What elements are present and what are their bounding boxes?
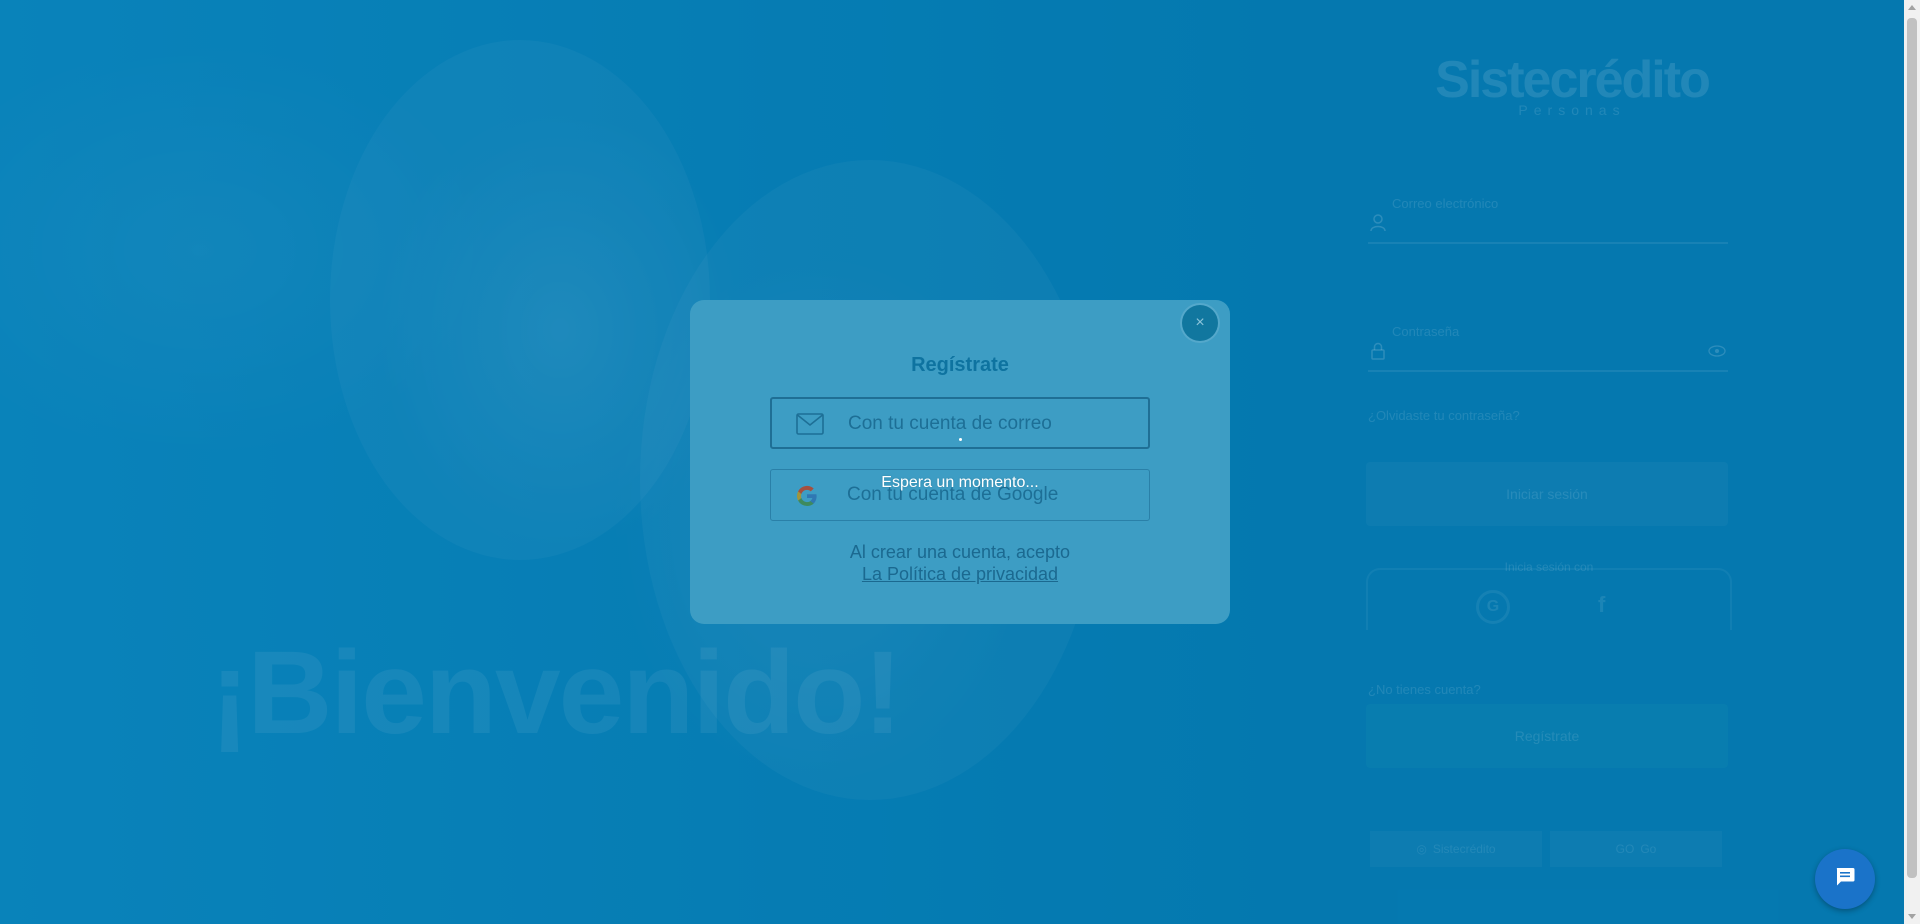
- page-scrollbar[interactable]: [1904, 0, 1920, 924]
- register-email-label: Con tu cuenta de correo: [848, 413, 1052, 434]
- mail-icon: [796, 413, 824, 435]
- chat-icon: [1834, 866, 1856, 893]
- scroll-thumb[interactable]: [1907, 18, 1917, 878]
- terms-text: Al crear una cuenta, acepto La Política …: [690, 541, 1230, 585]
- close-icon: ×: [1195, 314, 1205, 331]
- privacy-policy-link[interactable]: La Política de privacidad: [862, 564, 1058, 584]
- chat-button[interactable]: [1815, 849, 1875, 909]
- register-email-button[interactable]: Con tu cuenta de correo: [770, 397, 1150, 449]
- close-button[interactable]: ×: [1182, 305, 1218, 341]
- scroll-up-arrow[interactable]: [1908, 5, 1916, 10]
- modal-title: Regístrate: [911, 354, 1009, 376]
- scroll-down-arrow[interactable]: [1908, 914, 1916, 919]
- loading-message: Espera un momento...: [881, 474, 1039, 491]
- loading-spinner: [959, 438, 962, 441]
- terms-statement: Al crear una cuenta, acepto: [849, 542, 1071, 562]
- register-modal: × Regístrate Con tu cuenta de correo Con…: [690, 300, 1230, 624]
